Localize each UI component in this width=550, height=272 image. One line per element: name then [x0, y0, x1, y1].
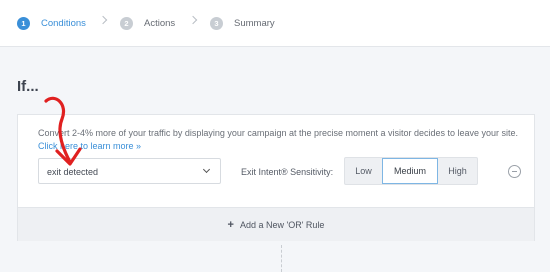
rule-card: Convert 2-4% more of your traffic by dis…	[17, 114, 535, 241]
learn-more-link[interactable]: Click here to learn more »	[38, 141, 141, 151]
condition-select[interactable]: exit detected	[38, 158, 221, 184]
remove-rule-icon[interactable]	[508, 165, 521, 178]
chevron-right-icon	[188, 15, 198, 25]
description-text: Convert 2-4% more of your traffic by dis…	[38, 128, 519, 138]
sensitivity-low-button[interactable]: Low	[345, 158, 382, 184]
step-number: 2	[120, 16, 133, 30]
step-label: Summary	[234, 17, 275, 29]
connector-line	[281, 245, 282, 272]
add-or-rule-button[interactable]: + Add a New 'OR' Rule	[18, 207, 534, 241]
sensitivity-medium-button[interactable]: Medium	[382, 158, 438, 184]
sensitivity-label: Exit Intent® Sensitivity:	[241, 167, 334, 177]
plus-icon: +	[227, 218, 234, 231]
step-label: Actions	[144, 17, 176, 29]
step-actions[interactable]: 2 Actions	[120, 15, 175, 31]
chevron-down-icon	[202, 165, 211, 174]
page-heading: If...	[17, 78, 39, 95]
step-conditions[interactable]: 1 Conditions	[17, 15, 86, 31]
step-number: 1	[17, 16, 30, 30]
step-label: Conditions	[41, 17, 86, 29]
condition-value: exit detected	[47, 167, 99, 177]
steps-nav: 1 Conditions 2 Actions 3 Summary	[0, 0, 550, 47]
rule-description: Convert 2-4% more of your traffic by dis…	[38, 127, 534, 153]
step-summary[interactable]: 3 Summary	[210, 15, 275, 31]
step-number: 3	[210, 16, 223, 30]
add-rule-label: Add a New 'OR' Rule	[239, 219, 325, 230]
sensitivity-toggle: Low Medium High	[344, 157, 478, 185]
chevron-right-icon	[98, 15, 108, 25]
sensitivity-high-button[interactable]: High	[438, 158, 477, 184]
